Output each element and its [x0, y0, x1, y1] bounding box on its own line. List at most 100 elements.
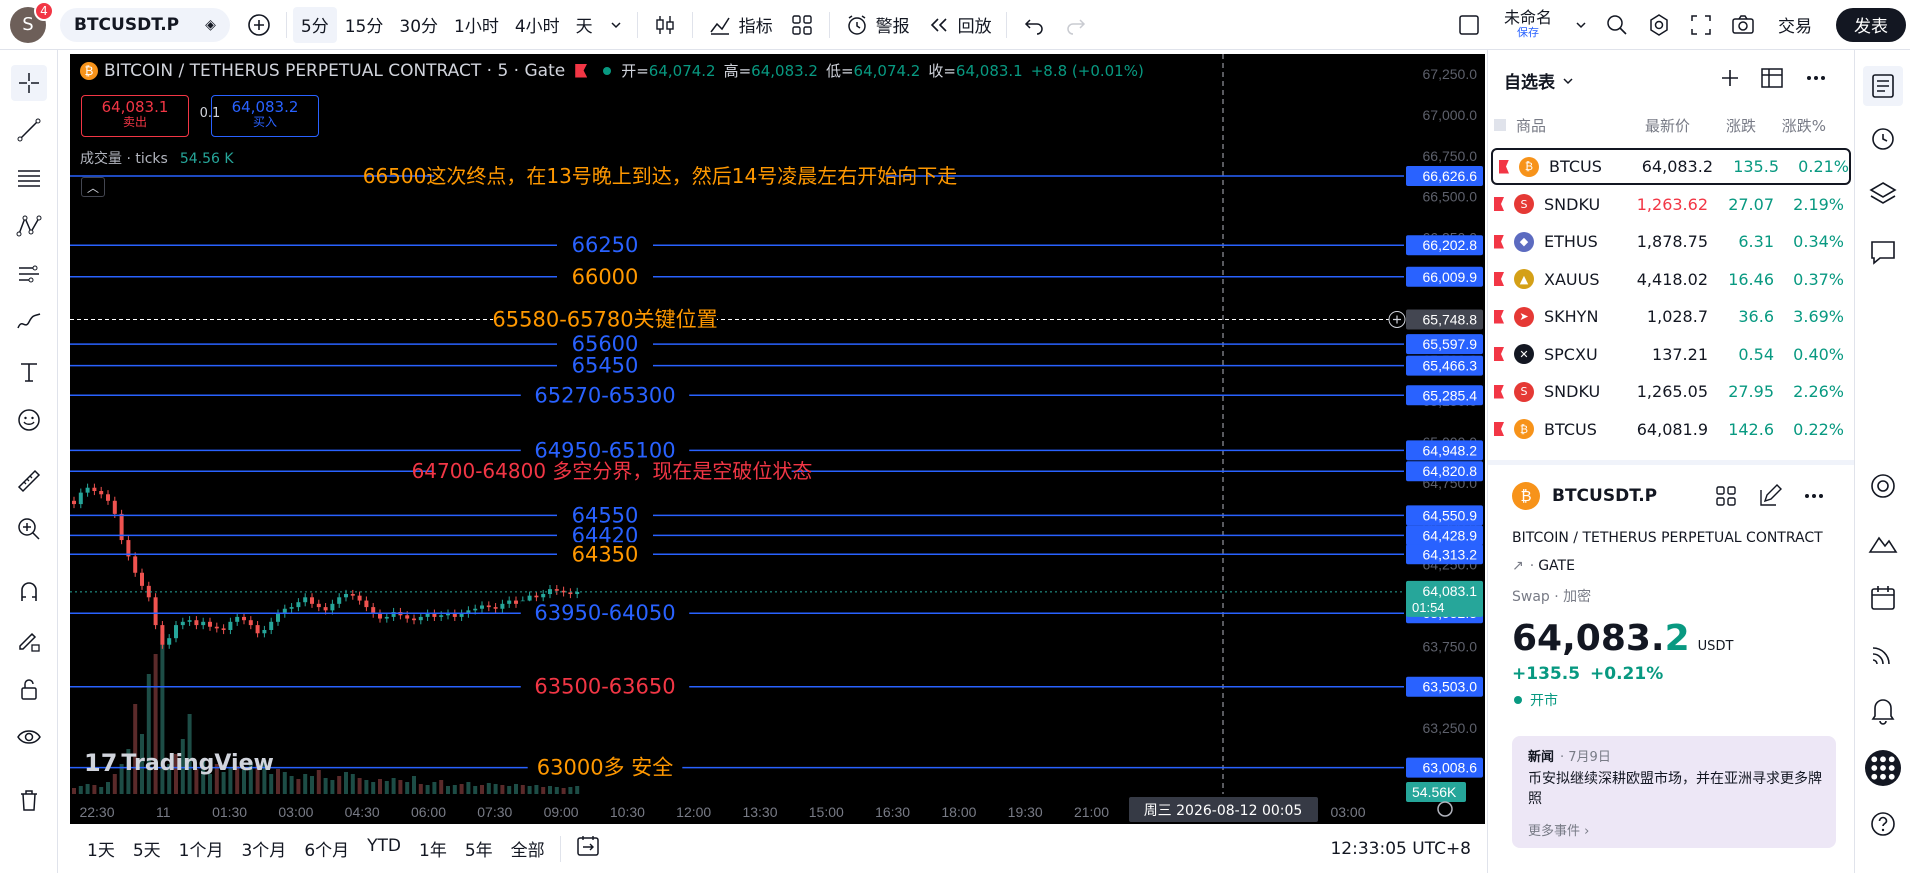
calendar-tab[interactable] [1867, 582, 1899, 614]
news-card[interactable]: 新闻 · 7月9日 币安拟继续深耕欧盟市场，并在亚洲寻求更多牌照 更多事件 › [1512, 736, 1836, 848]
zoom-tool[interactable] [13, 513, 45, 545]
hide-drawings-tool[interactable] [13, 721, 45, 753]
watchlist-row[interactable]: S SNDKU 1,263.62 27.07 2.19% [1488, 186, 1854, 223]
watchlist-title[interactable]: 自选表 [1504, 68, 1575, 93]
level-label[interactable]: 63500-63650 [534, 675, 675, 699]
range-0[interactable]: 1天 [78, 836, 124, 861]
level-label[interactable]: 63950-64050 [534, 601, 675, 625]
compare-symbol-button[interactable] [238, 7, 280, 43]
price-chart[interactable]: 67,250.067,000.066,750.066,500.066,250.0… [70, 54, 1485, 824]
products-tab[interactable] [1865, 750, 1901, 786]
col-last[interactable]: 最新价 [1612, 115, 1690, 136]
indicators-button[interactable]: 指标 [699, 7, 781, 43]
alerts-tab[interactable] [1867, 122, 1899, 154]
details-edit-button[interactable] [1756, 482, 1784, 514]
symbol-search[interactable]: BTCUSDT.P ◈ [60, 7, 230, 42]
external-link-icon[interactable]: ↗ [1512, 558, 1524, 574]
level-label[interactable]: 64700-64800 多空分界，现在是空破位状态 [412, 459, 813, 483]
range-8[interactable]: 全部 [502, 836, 554, 861]
level-label[interactable]: 64350 [572, 542, 639, 566]
collapse-legend-button[interactable]: ︿ [81, 177, 105, 197]
date-range-button[interactable] [575, 833, 601, 864]
snapshot-button[interactable] [1722, 7, 1764, 43]
col-symbol[interactable]: 商品 [1516, 115, 1612, 136]
add-symbol-button[interactable] [1716, 64, 1744, 96]
interval-0[interactable]: 5分 [292, 6, 337, 43]
fullscreen-toggle[interactable] [1448, 7, 1490, 43]
text-tool[interactable] [13, 356, 45, 388]
level-label[interactable]: 65450 [572, 354, 639, 378]
range-4[interactable]: 6个月 [295, 836, 358, 861]
remove-drawings-tool[interactable] [13, 784, 45, 816]
crosshair-tool[interactable] [11, 65, 47, 101]
range-5[interactable]: YTD [358, 836, 410, 861]
flag-icon[interactable] [1494, 309, 1504, 324]
level-label[interactable]: 66500这次终点，在13号晚上到达，然后14号凌晨左右开始向下走 [363, 164, 958, 188]
alert-button[interactable]: 警报 [836, 7, 918, 43]
watchlist-row[interactable]: ➤ SKHYN 1,028.7 36.6 3.69% [1488, 298, 1854, 335]
interval-1[interactable]: 15分 [337, 7, 392, 43]
level-label[interactable]: 63000多 安全 [537, 756, 673, 780]
watchlist-row[interactable]: ₿ BTCUS 64,083.2 135.5 0.21% [1491, 148, 1851, 185]
range-3[interactable]: 3个月 [232, 836, 295, 861]
ideas-tab[interactable] [1867, 470, 1899, 502]
magnet-tool[interactable] [13, 576, 45, 608]
quick-search-button[interactable] [1596, 7, 1638, 43]
chart-type-button[interactable] [644, 7, 686, 43]
trade-button[interactable]: 交易 [1764, 7, 1826, 43]
watchlist-tab[interactable] [1863, 66, 1903, 106]
interval-4[interactable]: 4小时 [507, 7, 568, 43]
fullscreen-button[interactable] [1680, 7, 1722, 43]
replay-button[interactable]: 回放 [918, 7, 1000, 43]
col-change[interactable]: 涨跌 [1690, 115, 1756, 136]
flag-icon[interactable] [1494, 347, 1504, 361]
chats-tab[interactable] [1867, 236, 1899, 268]
publish-button[interactable]: 发表 [1836, 7, 1906, 42]
pattern-tool[interactable] [13, 210, 45, 242]
flag-icon[interactable] [575, 63, 588, 78]
watchlist-row[interactable]: ✕ SPCXU 137.21 0.54 0.40% [1488, 336, 1854, 373]
level-label[interactable]: 65580-65780关键位置 [492, 307, 717, 331]
details-grid-button[interactable] [1712, 482, 1740, 514]
watchlist-row[interactable]: ▲ XAUUS 4,418.02 16.46 0.37% [1488, 261, 1854, 298]
forecast-tool[interactable] [13, 258, 45, 290]
stay-drawing-tool[interactable] [13, 625, 45, 657]
layout-dropdown[interactable] [1566, 7, 1596, 43]
mountains-tab[interactable] [1867, 526, 1899, 558]
settings-button[interactable] [1638, 7, 1680, 43]
help-tab[interactable] [1867, 808, 1899, 840]
level-label[interactable]: 65600 [572, 332, 639, 356]
more-events-link[interactable]: 更多事件 › [1528, 820, 1589, 839]
notifications-tab[interactable] [1867, 694, 1899, 726]
watchlist-row[interactable]: ◆ ETHUS 1,878.75 6.31 0.34% [1488, 223, 1854, 260]
streams-tab[interactable] [1867, 638, 1899, 670]
chart-pane[interactable]: 67,250.067,000.066,750.066,500.066,250.0… [70, 54, 1485, 824]
level-label[interactable]: 66000 [572, 265, 639, 289]
watchlist-row[interactable]: S SNDKU 1,265.05 27.95 2.26% [1488, 373, 1854, 410]
interval-5[interactable]: 天 [568, 7, 601, 43]
trendline-tool[interactable] [13, 114, 45, 146]
sell-button[interactable]: 64,083.1 卖出 [81, 95, 189, 137]
lock-drawings-tool[interactable] [13, 673, 45, 705]
flag-icon[interactable] [1494, 272, 1504, 286]
interval-2[interactable]: 30分 [391, 7, 446, 43]
interval-dropdown[interactable] [601, 7, 631, 43]
range-2[interactable]: 1个月 [170, 836, 233, 861]
clock[interactable]: 12:33:05 UTC+8 [1330, 839, 1471, 859]
redo-button[interactable] [1055, 7, 1097, 43]
user-avatar[interactable]: S4 [10, 0, 54, 43]
range-6[interactable]: 1年 [410, 836, 456, 861]
fib-tool[interactable] [13, 162, 45, 194]
templates-button[interactable] [781, 7, 823, 43]
col-change-pct[interactable]: 涨跌% [1756, 115, 1826, 136]
select-all-checkbox[interactable] [1494, 119, 1506, 131]
ruler-tool[interactable] [13, 465, 45, 497]
level-label[interactable]: 66250 [572, 233, 639, 257]
object-tree-tab[interactable] [1867, 178, 1899, 210]
undo-button[interactable] [1013, 7, 1055, 43]
range-1[interactable]: 5天 [124, 836, 170, 861]
range-7[interactable]: 5年 [456, 836, 502, 861]
more-button[interactable] [1802, 64, 1830, 96]
flag-icon[interactable] [1494, 384, 1504, 399]
details-symbol[interactable]: BTCUSDT.P [1552, 486, 1657, 506]
